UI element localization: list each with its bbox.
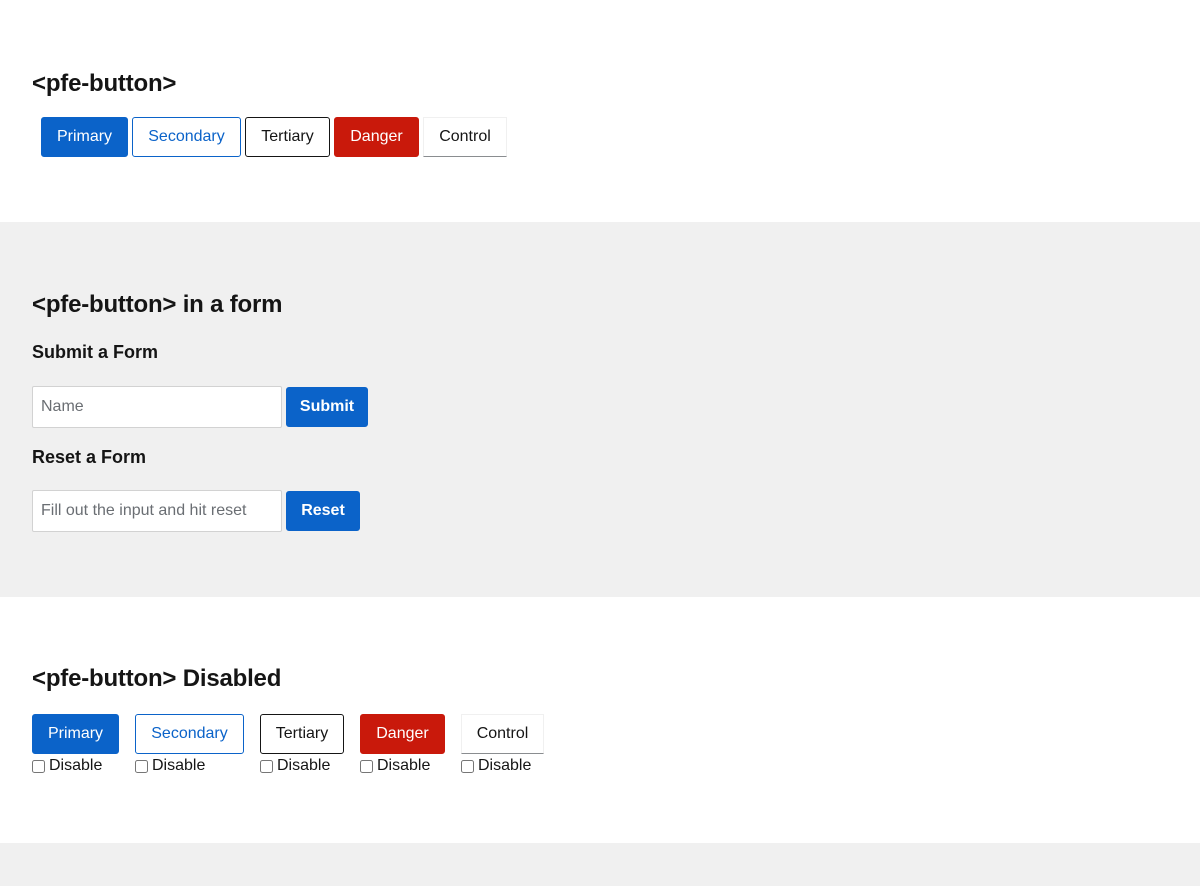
submit-form-heading: Submit a Form <box>32 342 159 362</box>
disable-danger-checkbox[interactable] <box>360 759 373 773</box>
disable-control-checkbox-label[interactable]: Disable <box>461 757 531 775</box>
disabled-demo-primary-button[interactable]: Primary <box>32 714 119 754</box>
disable-primary-checkbox[interactable] <box>32 759 45 773</box>
disabled-buttons-section: <pfe-button> Disabled Primary Secondary … <box>0 597 1200 843</box>
submit-button[interactable]: Submit <box>286 387 368 427</box>
secondary-button[interactable]: Secondary <box>132 117 241 157</box>
checkbox-label-text: Disable <box>152 757 206 774</box>
disabled-demo-danger-button[interactable]: Danger <box>360 714 445 754</box>
checkbox-label-text: Disable <box>377 757 431 774</box>
form-section: <pfe-button> in a form Submit a Form Sub… <box>0 222 1200 597</box>
danger-button[interactable]: Danger <box>334 117 419 157</box>
tertiary-button[interactable]: Tertiary <box>245 117 330 157</box>
reset-form-heading: Reset a Form <box>32 447 147 467</box>
control-button[interactable]: Control <box>423 117 507 157</box>
name-input[interactable] <box>32 386 282 428</box>
basic-section-title: <pfe-button> <box>32 70 177 97</box>
disable-primary-checkbox-label[interactable]: Disable <box>32 757 102 775</box>
disable-secondary-checkbox[interactable] <box>135 759 148 773</box>
disabled-demo-tertiary-button[interactable]: Tertiary <box>260 714 344 754</box>
reset-button[interactable]: Reset <box>286 491 360 531</box>
primary-button[interactable]: Primary <box>41 117 128 157</box>
next-section-band <box>0 843 1200 886</box>
disable-tertiary-checkbox-label[interactable]: Disable <box>260 757 330 775</box>
disable-control-checkbox[interactable] <box>461 759 474 773</box>
checkbox-label-text: Disable <box>478 757 532 774</box>
disabled-demo-secondary-button[interactable]: Secondary <box>135 714 244 754</box>
basic-buttons-section: <pfe-button> Primary Secondary Tertiary … <box>0 0 1200 222</box>
disable-tertiary-checkbox[interactable] <box>260 759 273 773</box>
reset-input[interactable] <box>32 490 282 532</box>
checkbox-label-text: Disable <box>49 757 103 774</box>
disabled-demo-control-button[interactable]: Control <box>461 714 544 754</box>
disable-danger-checkbox-label[interactable]: Disable <box>360 757 430 775</box>
checkbox-label-text: Disable <box>277 757 331 774</box>
disabled-section-title: <pfe-button> Disabled <box>32 665 282 692</box>
disable-secondary-checkbox-label[interactable]: Disable <box>135 757 205 775</box>
form-section-title: <pfe-button> in a form <box>32 291 283 318</box>
